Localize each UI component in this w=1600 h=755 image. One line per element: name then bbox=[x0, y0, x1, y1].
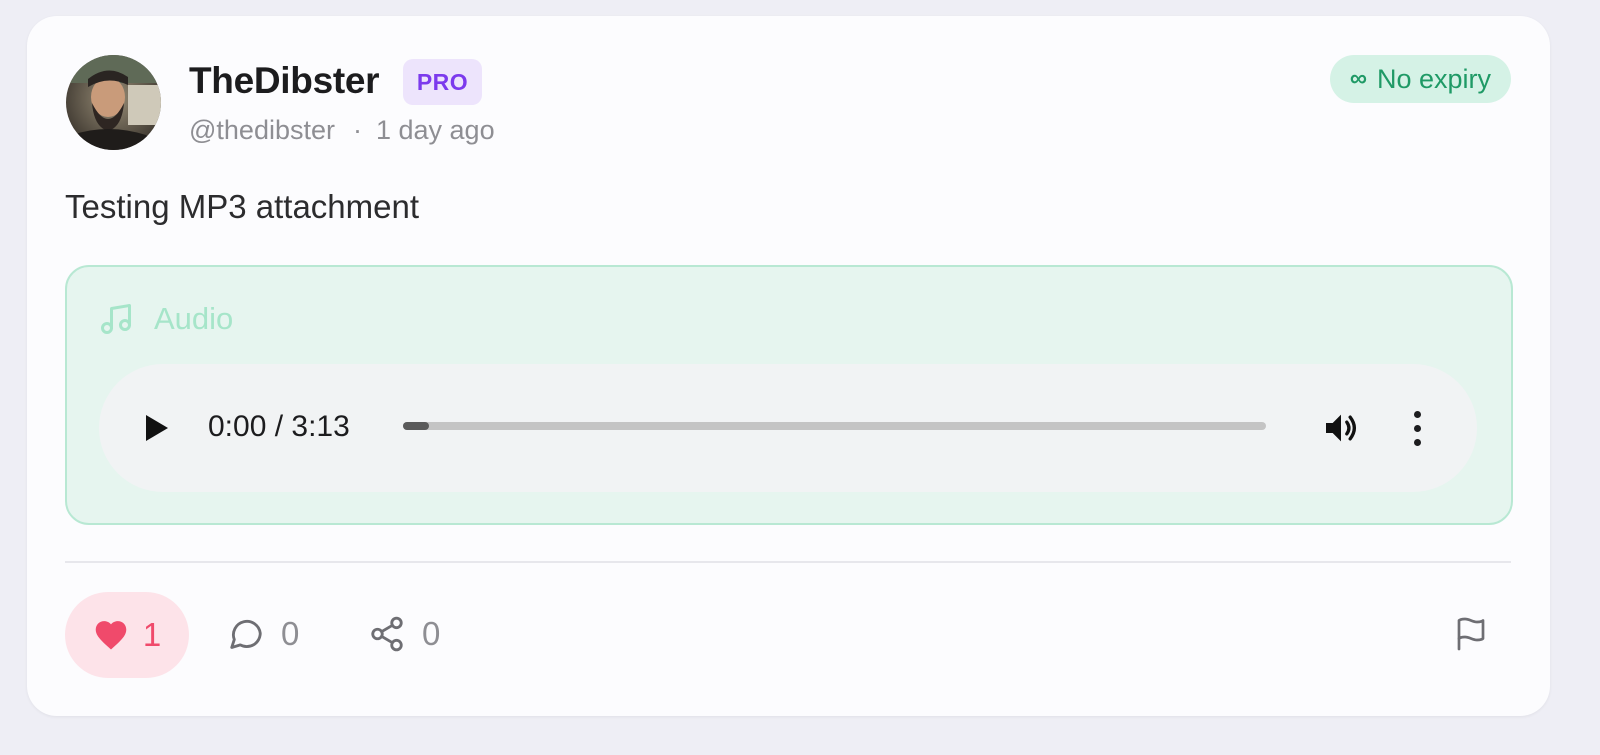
share-icon bbox=[371, 616, 403, 652]
user-handle[interactable]: @thedibster bbox=[189, 115, 335, 146]
more-dot bbox=[1413, 424, 1421, 432]
meta-separator: · bbox=[352, 115, 362, 145]
share-button[interactable]: 0 bbox=[368, 612, 440, 656]
like-count: 1 bbox=[142, 616, 162, 653]
progress-slider[interactable] bbox=[403, 422, 1266, 430]
volume-button[interactable] bbox=[1321, 408, 1361, 448]
audio-player: 0:00 / 3:13 bbox=[99, 364, 1477, 492]
like-button[interactable]: 1 bbox=[65, 592, 189, 678]
audio-attachment: Audio 0:00 / 3:13 bbox=[65, 265, 1513, 525]
comment-button[interactable]: 0 bbox=[227, 612, 299, 656]
more-dot bbox=[1413, 438, 1421, 446]
volume-icon bbox=[1326, 414, 1356, 442]
display-name[interactable]: TheDibster bbox=[189, 60, 380, 102]
audio-label: Audio bbox=[154, 301, 234, 336]
play-icon bbox=[146, 415, 168, 441]
flag-icon bbox=[1457, 617, 1485, 651]
comment-icon bbox=[230, 620, 262, 649]
time-display: 0:00 / 3:13 bbox=[208, 410, 350, 443]
music-note-icon bbox=[101, 304, 131, 334]
comment-count: 0 bbox=[281, 615, 300, 652]
avatar-image bbox=[66, 55, 161, 150]
more-dot bbox=[1413, 410, 1421, 418]
pro-badge: PRO bbox=[403, 59, 482, 105]
report-button[interactable] bbox=[1453, 616, 1489, 652]
share-count: 0 bbox=[422, 615, 441, 652]
post-timestamp: 1 day ago bbox=[375, 115, 495, 145]
progress-fill bbox=[403, 422, 429, 430]
divider bbox=[65, 561, 1511, 563]
post-text: Testing MP3 attachment bbox=[65, 188, 420, 225]
expiry-badge: ∞ No expiry bbox=[1329, 55, 1511, 103]
audio-attachment-header: Audio bbox=[98, 301, 233, 337]
infinity-icon: ∞ bbox=[1349, 65, 1367, 92]
more-options-button[interactable] bbox=[1405, 408, 1429, 448]
avatar[interactable] bbox=[66, 55, 161, 150]
post-card: TheDibster PRO @thedibster · 1 day ago ∞… bbox=[27, 16, 1550, 716]
play-button[interactable] bbox=[141, 410, 173, 446]
heart-icon bbox=[95, 621, 127, 650]
expiry-label: No expiry bbox=[1376, 63, 1491, 94]
post-meta: @thedibster · 1 day ago bbox=[189, 115, 495, 146]
